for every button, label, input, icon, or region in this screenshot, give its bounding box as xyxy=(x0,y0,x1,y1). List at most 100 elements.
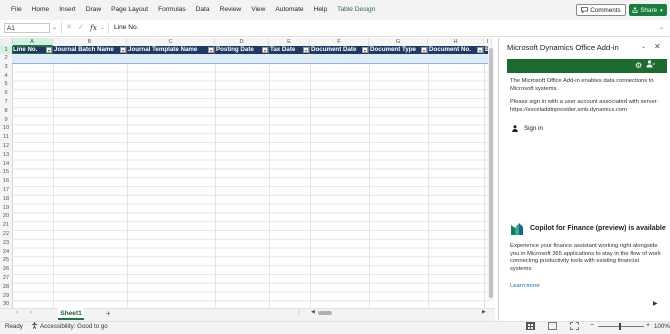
next-arrow-icon[interactable]: ▶ xyxy=(653,300,658,307)
column-header-d[interactable]: D xyxy=(215,38,269,46)
row-header[interactable]: 29 xyxy=(0,292,12,301)
tab-table-design[interactable]: Table Design xyxy=(332,0,380,20)
row-header[interactable]: 13 xyxy=(0,151,12,160)
column-header-c[interactable]: C xyxy=(127,38,215,46)
insert-function-button[interactable]: fx xyxy=(90,22,97,33)
tab-formulas[interactable]: Formulas xyxy=(153,0,190,20)
table-header-cell[interactable]: Document Type xyxy=(369,46,428,54)
row-header[interactable]: 17 xyxy=(0,186,12,195)
table-header-cell[interactable]: Journal Template Name xyxy=(127,46,215,54)
row-header[interactable]: 8 xyxy=(0,107,12,116)
filter-dropdown-icon[interactable]: ▾ xyxy=(208,47,214,53)
row-header[interactable]: 16 xyxy=(0,177,12,186)
table-header-cell[interactable]: Journal Batch Name xyxy=(53,46,127,54)
tab-automate[interactable]: Automate xyxy=(270,0,308,20)
chevron-down-icon[interactable]: ⌄ xyxy=(100,23,104,33)
more-options-icon[interactable]: ⋮ xyxy=(296,310,302,317)
row-header[interactable]: 20 xyxy=(0,212,12,221)
formula-input[interactable]: Line No. xyxy=(108,22,668,34)
tab-file[interactable]: File xyxy=(6,0,27,20)
row-header[interactable]: 1 xyxy=(0,46,12,54)
select-all-corner[interactable] xyxy=(0,38,13,46)
column-header-h[interactable]: H xyxy=(428,38,484,46)
filter-dropdown-icon[interactable]: ▾ xyxy=(303,47,309,53)
row-header[interactable]: 6 xyxy=(0,89,12,98)
row-header[interactable]: 9 xyxy=(0,116,12,125)
row-header[interactable]: 28 xyxy=(0,283,12,292)
scroll-left-icon[interactable]: ◀ xyxy=(311,309,315,315)
row-header[interactable]: 3 xyxy=(0,63,12,72)
zoom-slider[interactable] xyxy=(598,326,644,327)
tab-page-layout[interactable]: Page Layout xyxy=(106,0,153,20)
table-header-cell[interactable]: Document No. xyxy=(428,46,484,54)
accessibility-status[interactable]: Accessibility: Good to go xyxy=(40,323,108,330)
horizontal-scroll-thumb[interactable] xyxy=(318,311,332,315)
share-button[interactable]: Share ▼ xyxy=(629,4,667,16)
cell-area[interactable]: Line No. ▾ Journal Batch Name ▾ Journal … xyxy=(12,46,492,308)
tab-insert[interactable]: Insert xyxy=(54,0,81,20)
tab-draw[interactable]: Draw xyxy=(81,0,106,20)
row-header[interactable]: 4 xyxy=(0,72,12,81)
row-header[interactable]: 2 xyxy=(0,54,12,63)
column-header-a[interactable]: A xyxy=(12,38,53,46)
tab-view[interactable]: View xyxy=(246,0,270,20)
row-header[interactable]: 27 xyxy=(0,274,12,283)
comments-button[interactable]: Comments xyxy=(576,4,626,16)
gear-icon[interactable]: ⚙ xyxy=(635,60,642,72)
active-cell-a1[interactable] xyxy=(12,46,53,54)
accessibility-icon[interactable] xyxy=(31,322,38,331)
chevron-left-icon[interactable]: ‹ xyxy=(16,310,18,316)
add-sheet-button[interactable]: + xyxy=(106,309,111,319)
name-box[interactable]: A1 xyxy=(4,23,50,33)
worksheet-grid[interactable]: A B C D E F G H I 1 2 3 4 5 6 7 8 9 10 11 12 13 14 15 1… xyxy=(0,38,492,308)
page-layout-view-icon[interactable] xyxy=(548,322,557,330)
page-break-view-icon[interactable] xyxy=(570,322,579,330)
name-box-dropdown-icon[interactable]: ⌄ xyxy=(52,23,60,33)
enter-check-icon[interactable]: ✓ xyxy=(78,23,84,33)
filter-dropdown-icon[interactable]: ▾ xyxy=(421,47,427,53)
chevron-right-icon[interactable]: › xyxy=(30,310,32,316)
filter-dropdown-icon[interactable]: ▾ xyxy=(262,47,268,53)
cancel-icon[interactable]: ✕ xyxy=(66,23,72,33)
row-header[interactable]: 12 xyxy=(0,142,12,151)
sheet-tab-sheet1[interactable]: Sheet1 xyxy=(58,308,84,320)
tab-review[interactable]: Review xyxy=(215,0,247,20)
filter-dropdown-icon[interactable]: ▾ xyxy=(477,47,483,53)
row-header[interactable]: 23 xyxy=(0,239,12,248)
column-header-f[interactable]: F xyxy=(310,38,369,46)
table-header-cell[interactable]: Posting Date xyxy=(215,46,269,54)
scroll-right-icon[interactable]: ▶ xyxy=(482,309,486,315)
zoom-in-button[interactable]: + xyxy=(646,322,650,330)
pane-options-icon[interactable]: ⌄ xyxy=(641,43,646,50)
row-header[interactable]: 10 xyxy=(0,124,12,133)
tab-help[interactable]: Help xyxy=(309,0,333,20)
row-header[interactable]: 22 xyxy=(0,230,12,239)
zoom-level[interactable]: 100% xyxy=(654,323,670,330)
horizontal-scrollbar[interactable] xyxy=(310,310,490,316)
row-header[interactable]: 5 xyxy=(0,80,12,89)
row-header[interactable]: 21 xyxy=(0,221,12,230)
row-header[interactable]: 7 xyxy=(0,98,12,107)
column-header-i[interactable]: I xyxy=(484,38,492,46)
row-header[interactable]: 26 xyxy=(0,265,12,274)
user-menu-icon[interactable] xyxy=(646,60,656,72)
tab-data[interactable]: Data xyxy=(191,0,215,20)
row-header[interactable]: 30 xyxy=(0,300,12,308)
vertical-scroll-thumb[interactable] xyxy=(489,48,493,298)
close-icon[interactable]: ✕ xyxy=(654,42,661,51)
column-header-b[interactable]: B xyxy=(53,38,127,46)
row-header[interactable]: 19 xyxy=(0,204,12,213)
filter-dropdown-icon[interactable]: ▾ xyxy=(120,47,126,53)
column-header-e[interactable]: E xyxy=(269,38,310,46)
zoom-slider-thumb[interactable] xyxy=(619,323,621,330)
filter-dropdown-icon[interactable]: ▾ xyxy=(362,47,368,53)
table-data-row[interactable] xyxy=(12,54,492,64)
row-header[interactable]: 18 xyxy=(0,195,12,204)
expand-formula-bar-icon[interactable]: ⌄ xyxy=(659,23,664,33)
zoom-out-button[interactable]: − xyxy=(590,322,594,330)
row-header[interactable]: 24 xyxy=(0,248,12,257)
learn-more-link[interactable]: Learn more xyxy=(510,283,540,289)
row-header[interactable]: 14 xyxy=(0,160,12,169)
row-header[interactable]: 11 xyxy=(0,133,12,142)
normal-view-icon[interactable] xyxy=(526,322,535,330)
